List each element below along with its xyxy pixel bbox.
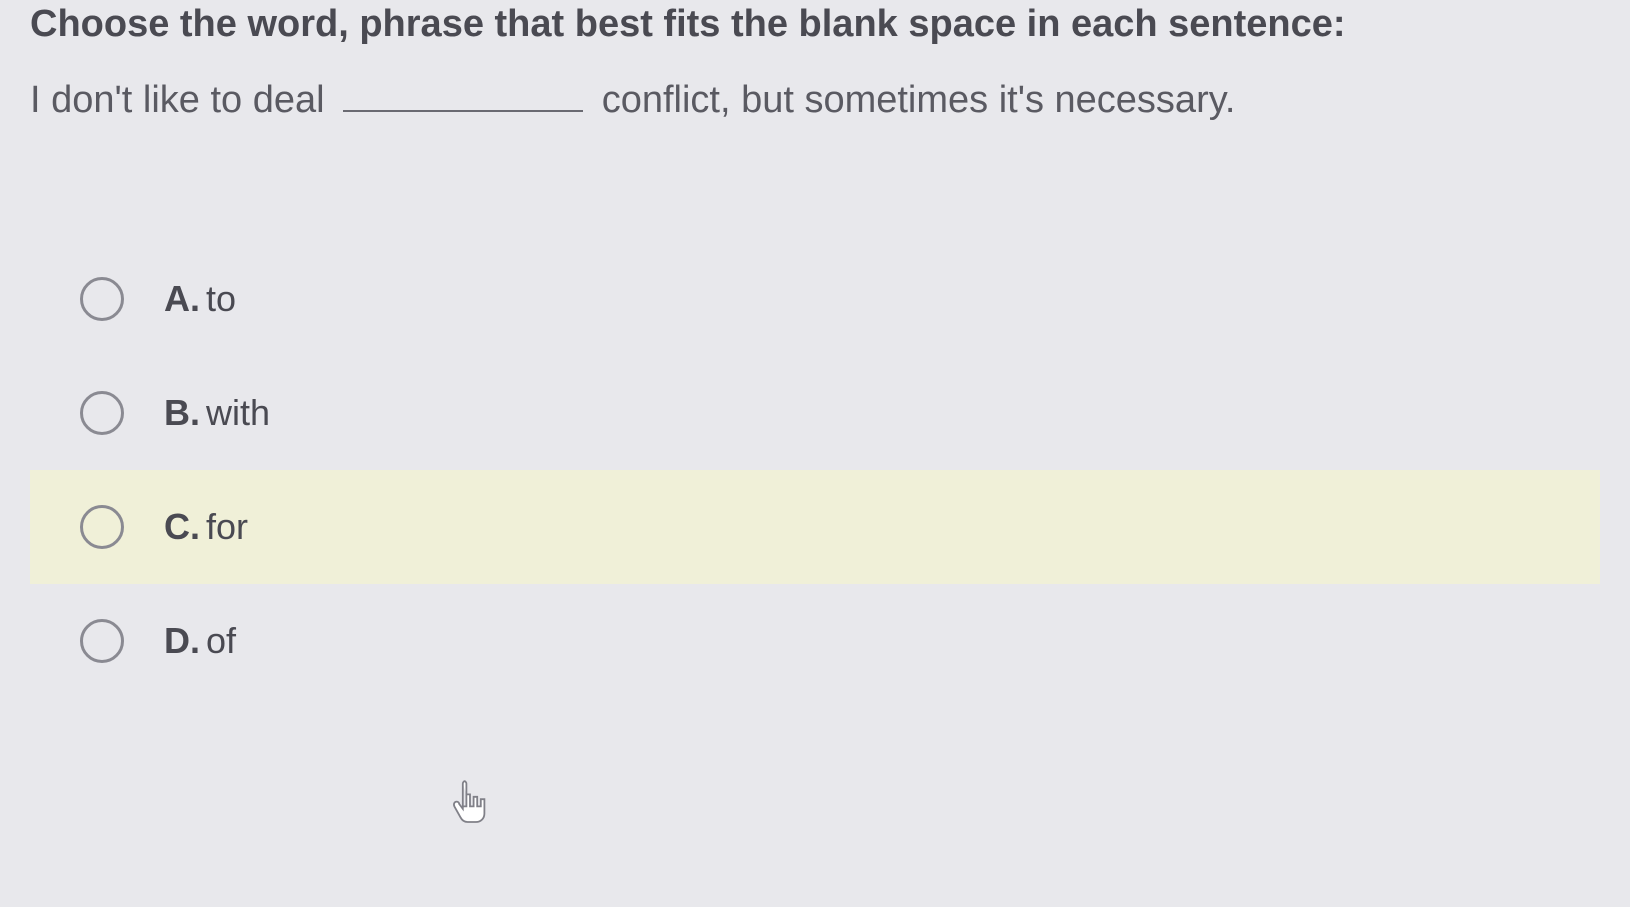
option-letter: B. — [164, 392, 200, 434]
option-text: with — [206, 392, 270, 434]
pointer-cursor-icon — [450, 780, 490, 833]
radio-b[interactable] — [80, 391, 124, 435]
option-letter: A. — [164, 278, 200, 320]
option-letter: D. — [164, 620, 200, 662]
option-c[interactable]: C. for — [30, 470, 1600, 584]
option-letter: C. — [164, 506, 200, 548]
sentence-after: conflict, but sometimes it's necessary. — [602, 79, 1236, 121]
options-list: A. to B. with C. for D. of — [30, 242, 1600, 698]
sentence-before: I don't like to deal — [30, 79, 325, 121]
blank-space — [343, 110, 583, 112]
instruction-text: Choose the word, phrase that best fits t… — [30, 0, 1600, 79]
radio-c[interactable] — [80, 505, 124, 549]
option-b[interactable]: B. with — [30, 356, 1600, 470]
option-d[interactable]: D. of — [30, 584, 1600, 698]
option-text: for — [206, 506, 248, 548]
quiz-container: Choose the word, phrase that best fits t… — [0, 0, 1630, 698]
radio-a[interactable] — [80, 277, 124, 321]
radio-d[interactable] — [80, 619, 124, 663]
option-a[interactable]: A. to — [30, 242, 1600, 356]
option-text: of — [206, 620, 236, 662]
question-sentence: I don't like to deal conflict, but somet… — [30, 79, 1600, 242]
option-text: to — [206, 278, 236, 320]
